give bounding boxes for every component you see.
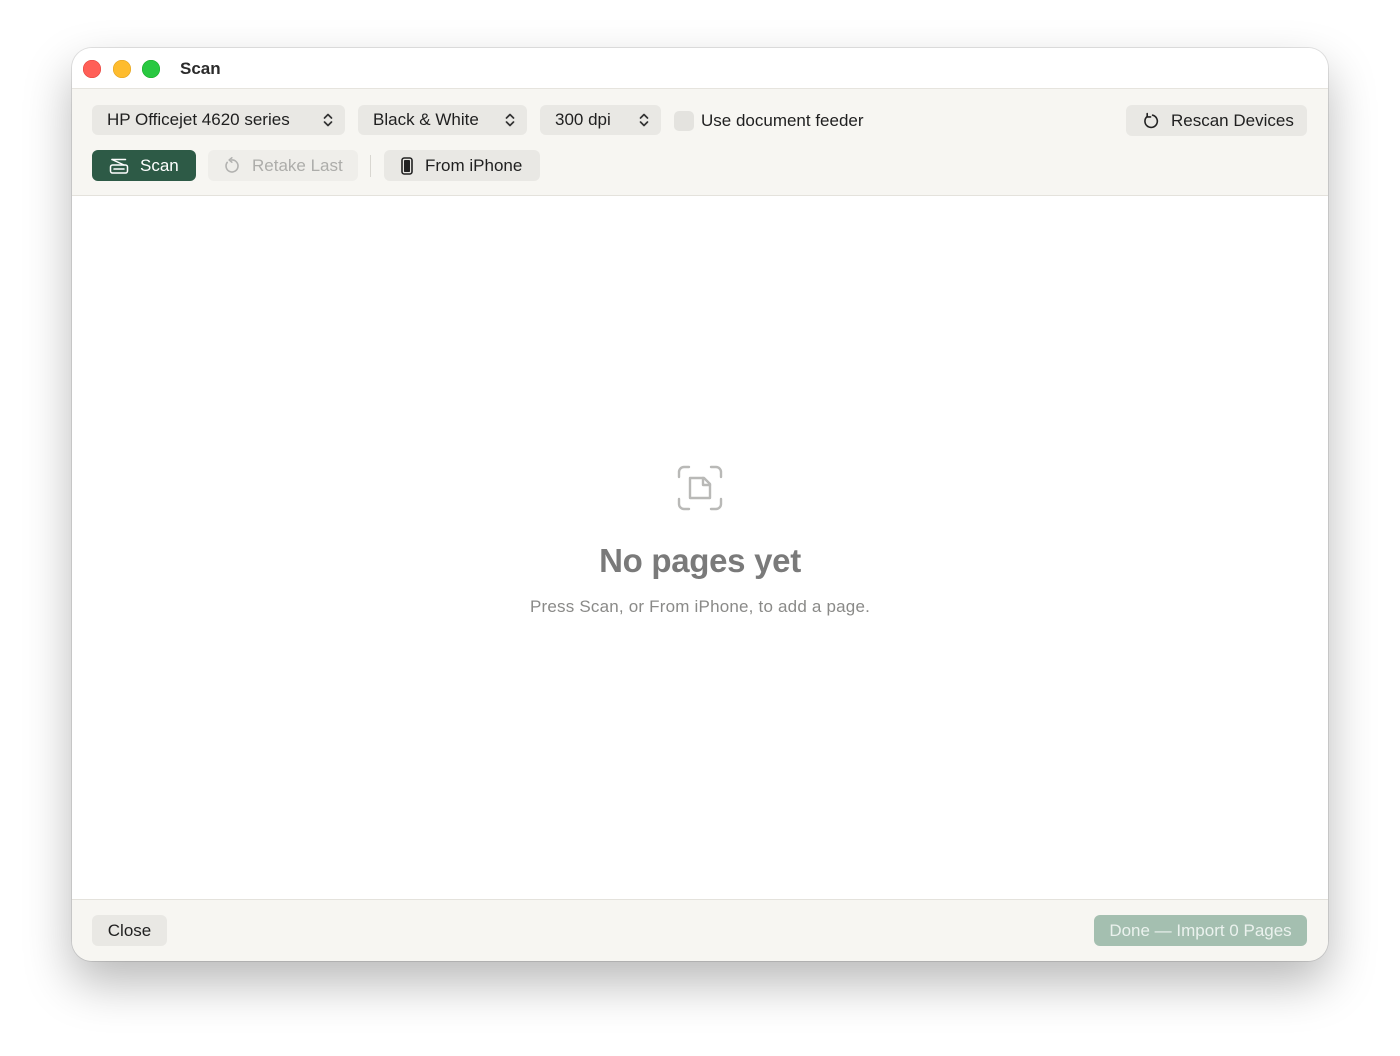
done-import-button: Done — Import 0 Pages (1094, 915, 1307, 946)
window-title: Scan (180, 59, 221, 78)
scan-preview-area: No pages yet Press Scan, or From iPhone,… (72, 196, 1328, 899)
scanner-select-value: HP Officejet 4620 series (107, 110, 290, 129)
window-zoom-button[interactable] (142, 60, 160, 78)
color-mode-select-value: Black & White (373, 110, 479, 129)
chevron-up-down-icon (639, 113, 649, 127)
iphone-icon (401, 156, 413, 175)
chevron-up-down-icon (323, 113, 333, 127)
title-bar: Scan (72, 48, 1328, 89)
document-scan-icon (677, 465, 723, 511)
resolution-select[interactable]: 300 dpi (540, 105, 661, 135)
undo-arrow-icon (225, 156, 239, 173)
window-minimize-button[interactable] (113, 60, 131, 78)
scanner-icon (109, 158, 129, 174)
scan-window: Scan HP Officejet 4620 series Black & Wh… (72, 48, 1328, 961)
refresh-icon (1144, 112, 1159, 128)
window-close-button[interactable] (83, 60, 101, 78)
from-iphone-label: From iPhone (425, 155, 523, 175)
empty-state-subtitle: Press Scan, or From iPhone, to add a pag… (529, 597, 871, 616)
scanner-select[interactable]: HP Officejet 4620 series (92, 105, 345, 135)
chevron-up-down-icon (505, 113, 515, 127)
document-feeder-label[interactable]: Use document feeder (701, 111, 864, 131)
document-feeder-checkbox[interactable] (674, 111, 694, 131)
rescan-devices-label: Rescan Devices (1171, 110, 1294, 130)
toolbar: HP Officejet 4620 series Black & White 3… (72, 89, 1328, 196)
rescan-devices-button[interactable]: Rescan Devices (1126, 105, 1307, 136)
retake-last-label: Retake Last (252, 155, 343, 175)
from-iphone-button[interactable]: From iPhone (384, 150, 540, 181)
scan-button[interactable]: Scan (92, 150, 196, 181)
close-button[interactable]: Close (92, 915, 167, 946)
resolution-select-value: 300 dpi (555, 110, 611, 129)
color-mode-select[interactable]: Black & White (358, 105, 527, 135)
retake-last-button: Retake Last (208, 150, 358, 181)
toolbar-divider (370, 155, 371, 177)
scan-label: Scan (140, 155, 179, 175)
empty-state-title: No pages yet (599, 542, 801, 579)
footer-bar: Close Done — Import 0 Pages (72, 899, 1328, 961)
